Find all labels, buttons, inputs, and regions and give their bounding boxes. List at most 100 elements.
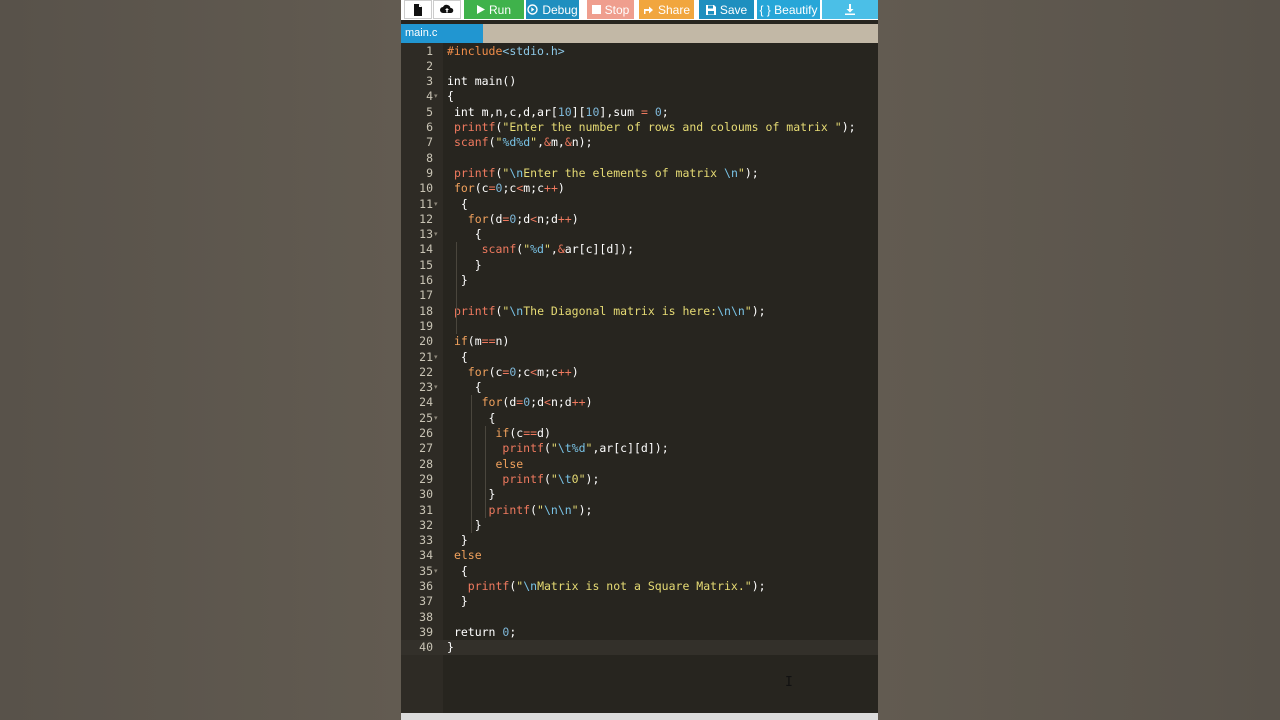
code-token: m,n,c,d,ar[	[474, 104, 558, 119]
indent-guide	[456, 242, 457, 334]
code-token: ++	[571, 395, 586, 410]
play-icon	[476, 5, 485, 14]
code-line: 32 }	[401, 518, 878, 533]
line-number: 4	[426, 89, 433, 104]
fold-arrow-icon[interactable]: ▾	[434, 89, 438, 104]
code-line: 5 int m,n,c,d,ar[10][10],sum = 0;	[401, 105, 878, 120]
code-token: (c	[488, 364, 503, 379]
line-number: 21	[419, 349, 433, 364]
line-number: 16	[419, 273, 433, 287]
code-text: {	[447, 227, 482, 242]
download-button[interactable]	[822, 0, 878, 19]
code-line: 25 ▾ {	[401, 411, 878, 426]
code-token: printf	[453, 120, 496, 134]
debug-label: Debug	[542, 2, 578, 17]
code-token: printf	[453, 303, 496, 318]
code-token: "	[737, 165, 745, 180]
share-icon	[643, 5, 654, 15]
fold-arrow-icon[interactable]: ▾	[434, 380, 438, 395]
line-number: 7	[426, 135, 433, 150]
code-token: (	[543, 471, 551, 486]
line-number: 10	[419, 181, 433, 196]
code-line: 17	[401, 288, 878, 303]
code-token: n)	[495, 334, 510, 349]
code-token: for	[467, 211, 489, 226]
line-number: 18	[419, 303, 433, 318]
code-token: Enter the elements of matrix	[523, 165, 725, 180]
code-token: %d%d	[502, 135, 531, 150]
save-button[interactable]: Save	[699, 0, 754, 19]
code-token: m,	[550, 135, 565, 150]
fold-arrow-icon[interactable]: ▾	[434, 350, 438, 365]
code-token: &	[557, 242, 565, 257]
code-token: printf	[488, 502, 531, 517]
beautify-button[interactable]: { } Beautify	[757, 0, 820, 19]
code-text: }	[447, 533, 468, 548]
code-text: printf("\t%d",ar[c][d]);	[447, 441, 669, 456]
code-text: {	[447, 380, 482, 395]
code-token: (	[488, 135, 496, 150]
code-token: (d	[488, 211, 503, 226]
line-number: 39	[419, 624, 433, 639]
code-token: 0	[654, 104, 662, 119]
code-token: scanf	[481, 242, 517, 257]
run-button[interactable]: Run	[464, 0, 524, 19]
status-strip	[401, 713, 878, 720]
code-line: 40}	[401, 640, 878, 656]
code-token: ;d	[530, 395, 544, 410]
code-text: int main()	[447, 74, 516, 89]
code-token: scanf	[453, 135, 489, 150]
fold-arrow-icon[interactable]: ▾	[434, 564, 438, 579]
line-number: 24	[419, 395, 433, 410]
code-line: 9 printf("\nEnter the elements of matrix…	[401, 166, 878, 181]
text-cursor-icon: I	[785, 675, 793, 690]
code-token: }	[447, 640, 454, 655]
fold-arrow-icon[interactable]: ▾	[434, 227, 438, 242]
code-line: 19	[401, 319, 878, 334]
code-line: 38	[401, 610, 878, 625]
stop-button[interactable]: Stop	[587, 0, 634, 19]
code-token: {	[447, 227, 482, 242]
code-token: ,	[550, 242, 558, 257]
fold-arrow-icon[interactable]: ▾	[434, 411, 438, 426]
left-backdrop	[0, 0, 401, 720]
code-line: 2	[401, 59, 878, 74]
code-token: ,ar[c][d]);	[592, 441, 669, 456]
code-token: );	[751, 579, 766, 593]
stop-label: Stop	[604, 2, 630, 17]
share-button[interactable]: Share	[639, 0, 694, 19]
code-text: printf("Enter the number of rows and col…	[447, 120, 856, 135]
file-icon	[413, 3, 423, 16]
line-number: 1	[426, 43, 433, 58]
code-line: 28 else	[401, 457, 878, 472]
code-editor[interactable]: 1 #include<stdio.h> 2 3 int main() 4 ▾{5 int m…	[401, 43, 878, 713]
line-number: 33	[419, 533, 433, 548]
beautify-label: { } Beautify	[759, 2, 818, 17]
code-line: 24 for(d=0;d<n;d++)	[401, 395, 878, 410]
stop-icon	[591, 5, 601, 14]
line-number: 25	[419, 410, 433, 425]
code-token: int	[453, 104, 475, 119]
code-token: ++	[557, 211, 572, 226]
code-token: ][	[571, 104, 586, 119]
tab-main-c[interactable]: main.c	[401, 24, 483, 43]
code-text: {	[447, 89, 454, 104]
new-file-button[interactable]	[404, 0, 432, 19]
line-number: 36	[419, 579, 433, 593]
code-token: =	[640, 104, 648, 119]
code-line: 37 }	[401, 594, 878, 609]
code-token: }	[447, 533, 468, 548]
save-label: Save	[719, 2, 748, 17]
upload-button[interactable]	[433, 0, 461, 19]
debug-button[interactable]: Debug	[526, 0, 579, 19]
code-line: 30 }	[401, 487, 878, 502]
code-token: #include	[447, 43, 503, 58]
fold-arrow-icon[interactable]: ▾	[434, 197, 438, 212]
code-text: if(m==n)	[447, 334, 509, 349]
